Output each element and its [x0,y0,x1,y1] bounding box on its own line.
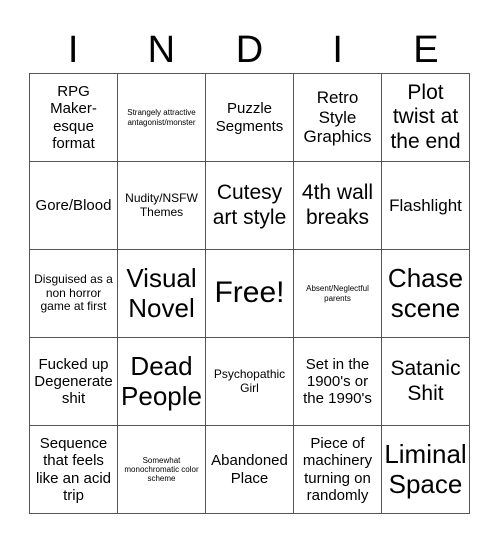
bingo-grid: RPG Maker-esque format Strangely attracti… [29,73,470,514]
bingo-cell[interactable]: Chase scene [382,250,470,338]
bingo-cell[interactable]: Abandoned Place [206,426,294,514]
bingo-cell[interactable]: RPG Maker-esque format [30,74,118,162]
bingo-cell[interactable]: Fucked up Degenerate shit [30,338,118,426]
bingo-cell[interactable]: Sequence that feels like an acid trip [30,426,118,514]
bingo-cell[interactable]: Set in the 1900's or the 1990's [294,338,382,426]
header-letter: E [413,29,439,71]
bingo-cell[interactable]: Satanic Shit [382,338,470,426]
bingo-cell[interactable]: Plot twist at the end [382,74,470,162]
bingo-cell[interactable]: Flashlight [382,162,470,250]
bingo-cell[interactable]: Retro Style Graphics [294,74,382,162]
bingo-cell[interactable]: Dead People [118,338,206,426]
bingo-cell[interactable]: 4th wall breaks [294,162,382,250]
bingo-cell[interactable]: Psychopathic Girl [206,338,294,426]
header-letter: D [235,29,264,71]
bingo-cell[interactable]: Cutesy art style [206,162,294,250]
header-letter: N [147,29,176,71]
header-letter: I [332,29,343,71]
bingo-cell[interactable]: Visual Novel [118,250,206,338]
header-letter: I [67,29,79,71]
bingo-cell-free[interactable]: Free! [206,250,294,338]
bingo-header: I N D I E [29,28,470,72]
bingo-cell[interactable]: Piece of machinery turning on randomly [294,426,382,514]
bingo-cell[interactable]: Puzzle Segments [206,74,294,162]
bingo-cell[interactable]: Gore/Blood [30,162,118,250]
bingo-cell[interactable]: Disguised as a non horror game at first [30,250,118,338]
bingo-cell[interactable]: Liminal Space [382,426,470,514]
bingo-cell[interactable]: Strangely attractive antagonist/monster [118,74,206,162]
bingo-cell[interactable]: Absent/Neglectful parents [294,250,382,338]
bingo-cell[interactable]: Somewhat monochromatic color scheme [118,426,206,514]
bingo-cell[interactable]: Nudity/NSFW Themes [118,162,206,250]
